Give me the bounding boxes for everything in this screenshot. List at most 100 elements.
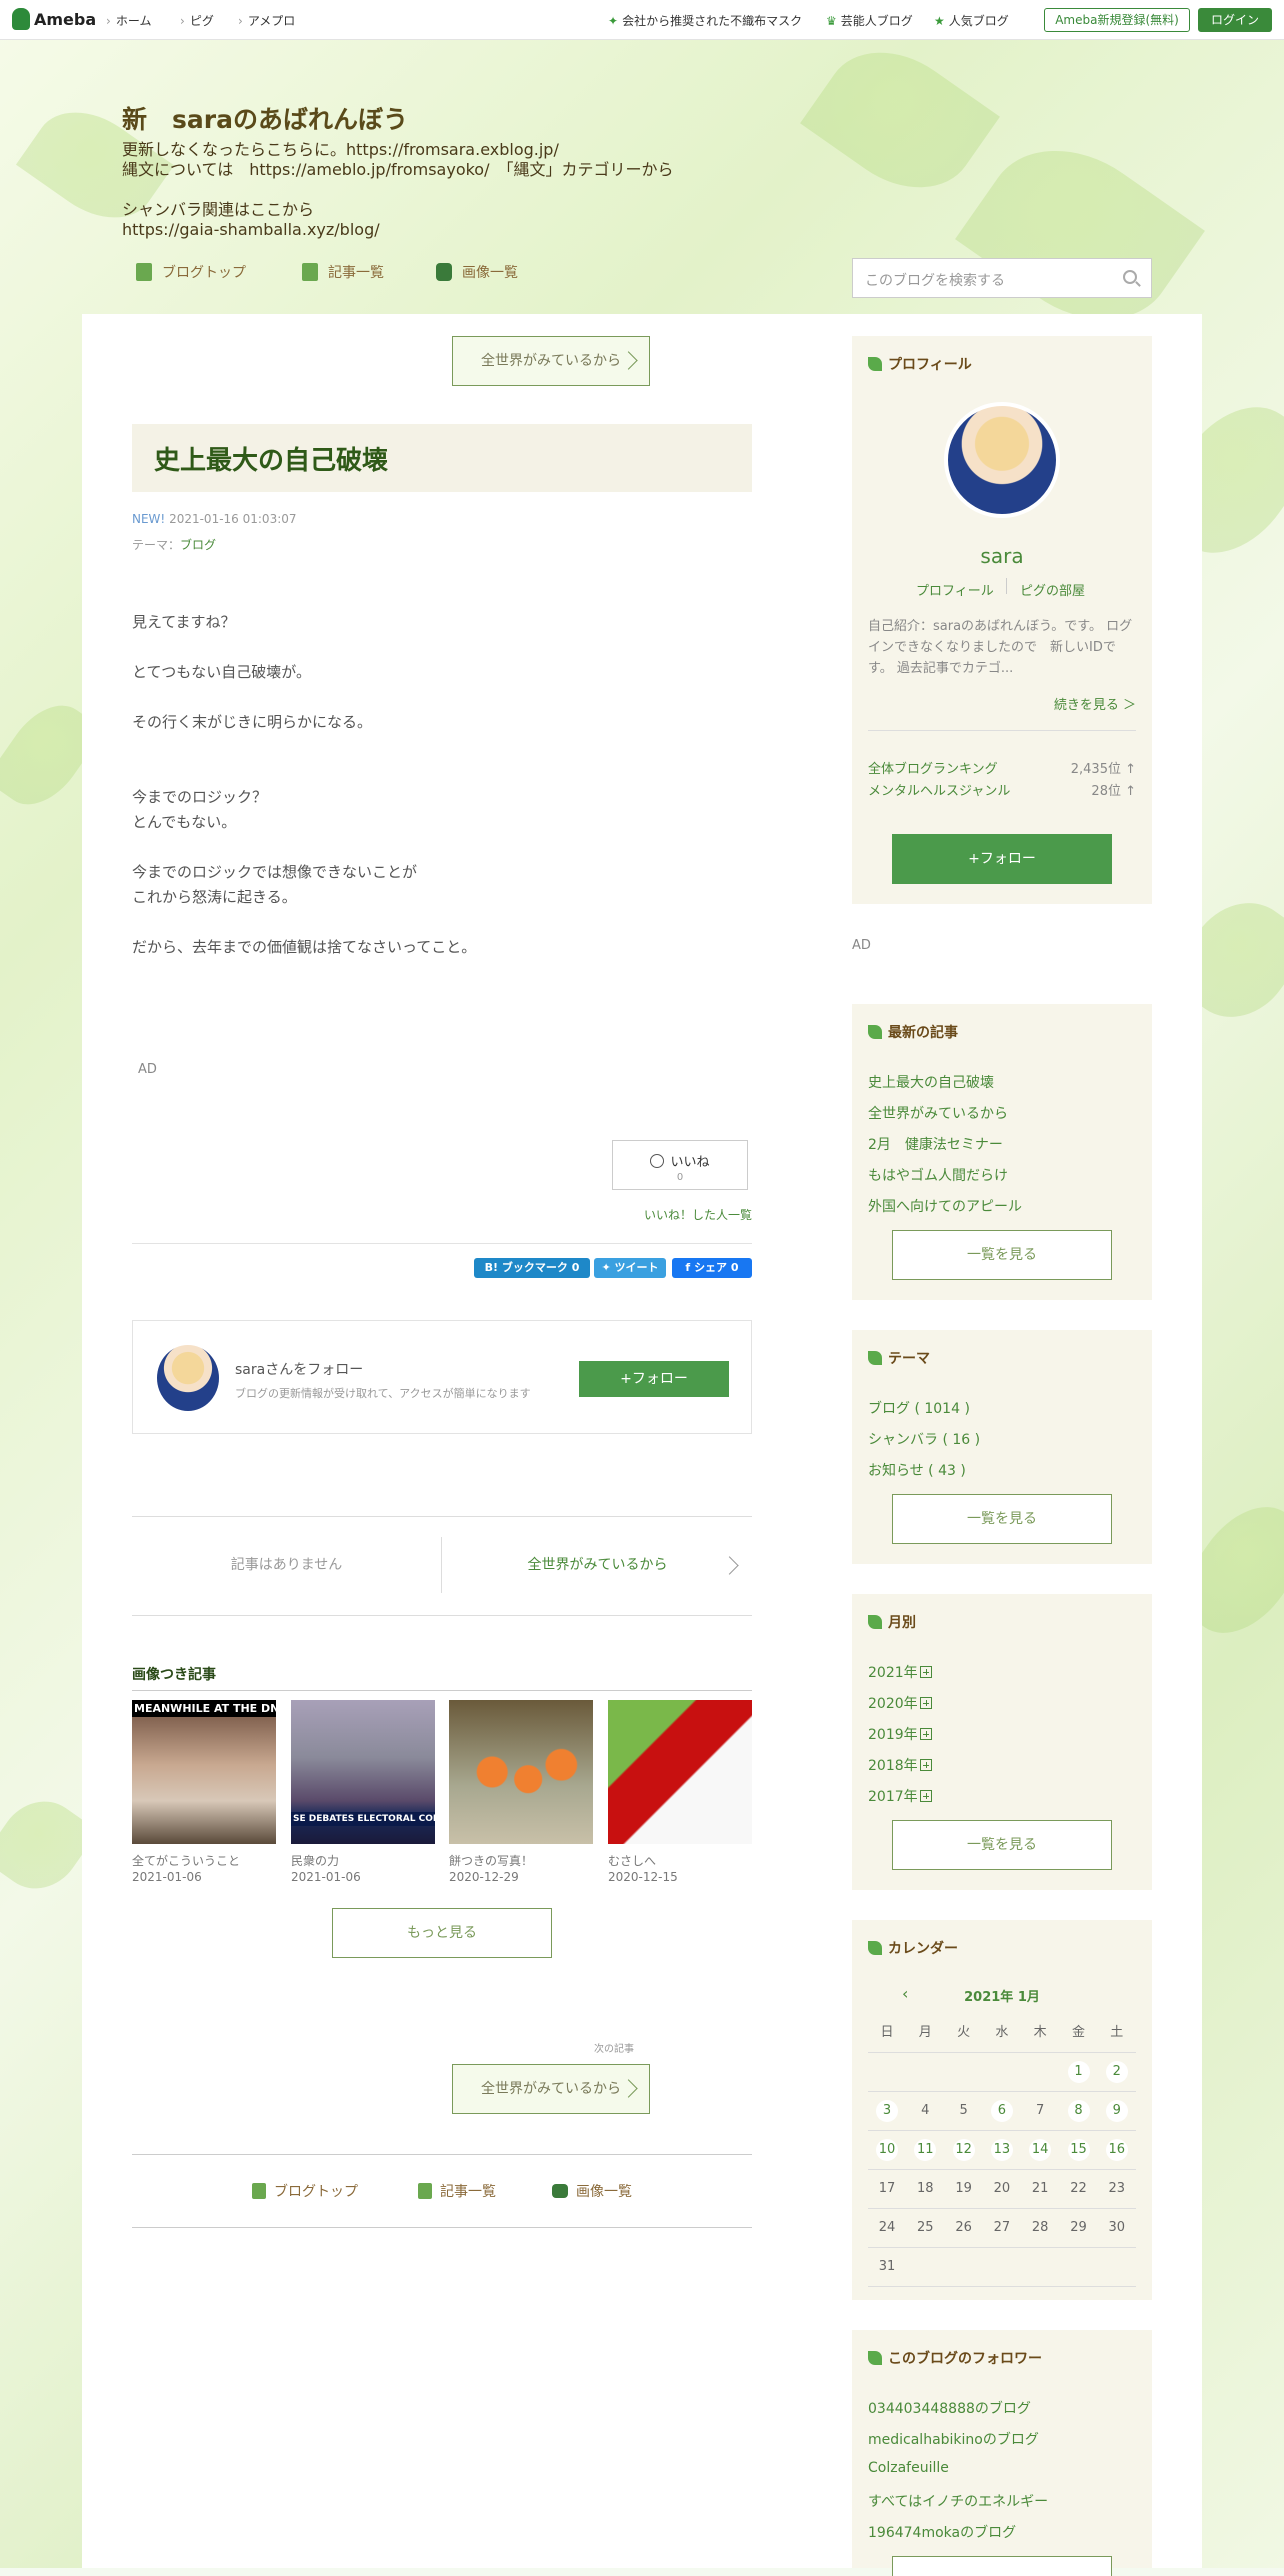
entry-pager: 記事はありません 全世界がみているから <box>132 1516 752 1616</box>
hatena-bookmark-button[interactable]: B! ブックマーク 0 <box>474 1258 590 1278</box>
blog-search-input[interactable]: このブログを検索する <box>852 258 1152 298</box>
profile-more-link[interactable]: 続きを見る ＞ <box>1054 694 1136 713</box>
follow-button[interactable]: +フォロー <box>579 1361 729 1397</box>
blog-title[interactable]: 新 saraのあばれんぼう <box>122 100 408 136</box>
month-link[interactable]: 2018年 <box>868 1755 932 1775</box>
image-post-thumb[interactable] <box>449 1700 593 1844</box>
pager-next-link[interactable]: 全世界がみているから <box>443 1537 752 1593</box>
profile-link[interactable]: プロフィール <box>916 580 994 599</box>
login-button[interactable]: ログイン <box>1198 8 1272 32</box>
calendar-week-row: 17 18 19 20 21 22 23 <box>868 2170 1136 2209</box>
month-link[interactable]: 2021年 <box>868 1662 932 1682</box>
calendar-day[interactable]: 8 <box>1060 2092 1098 2130</box>
recent-entry-link[interactable]: もはやゴム人間だらけ <box>868 1165 1008 1185</box>
calendar-day[interactable]: 11 <box>906 2131 944 2169</box>
author-avatar[interactable] <box>157 1345 219 1411</box>
ranking-genre-label[interactable]: メンタルヘルスジャンル <box>868 780 1010 799</box>
recent-entry-link[interactable]: 外国へ向けてのアピール <box>868 1196 1022 1216</box>
calendar-day[interactable]: 16 <box>1098 2131 1136 2169</box>
profile-avatar[interactable] <box>944 402 1060 518</box>
nav-pig[interactable]: › ピグ <box>180 12 214 29</box>
theme-link[interactable]: ブログ ( 1014 ) <box>868 1398 970 1418</box>
image-post-thumb[interactable] <box>608 1700 752 1844</box>
followers-see-all-button[interactable] <box>892 2556 1112 2576</box>
like-button[interactable]: いいね 0 <box>612 1140 748 1190</box>
themes-see-all-button[interactable]: 一覧を見る <box>892 1494 1112 1544</box>
sidebar-follow-button[interactable]: +フォロー <box>892 834 1112 884</box>
expand-icon[interactable] <box>919 1666 932 1678</box>
calendar-day <box>983 2248 1021 2286</box>
calendar-day: 7 <box>1036 2103 1045 2118</box>
image-post-title[interactable]: 民衆の力 <box>291 1852 339 1869</box>
image-post-thumb[interactable]: SE DEBATES ELECTORAL COLLEGE OB <box>291 1700 435 1844</box>
calendar-day[interactable]: 9 <box>1098 2092 1136 2130</box>
monthly-see-all-button[interactable]: 一覧を見る <box>892 1820 1112 1870</box>
month-link[interactable]: 2017年 <box>868 1786 932 1806</box>
calendar-day: 24 <box>878 2220 896 2235</box>
blog-header: 新 saraのあばれんぼう 更新しなくなったらこちらに。https://from… <box>0 40 1284 314</box>
search-icon[interactable] <box>1123 270 1137 284</box>
calendar-day[interactable]: 1 <box>1060 2053 1098 2091</box>
ameba-logo[interactable]: Ameba <box>12 8 96 30</box>
calendar-day[interactable]: 2 <box>1098 2053 1136 2091</box>
expand-icon[interactable] <box>919 1728 932 1740</box>
pig-room-link[interactable]: ピグの部屋 <box>1020 580 1085 599</box>
recent-entry-link[interactable]: 全世界がみているから <box>868 1103 1008 1123</box>
more-images-button[interactable]: もっと見る <box>332 1908 552 1958</box>
link-celebrity-blog[interactable]: ♛ 芸能人ブログ <box>826 12 913 29</box>
ameba-mascot-icon <box>12 8 30 30</box>
follower-link[interactable]: Colzafeuille <box>868 2460 949 2476</box>
month-link[interactable]: 2020年 <box>868 1693 932 1713</box>
image-post-title[interactable]: 餅つきの写真！ <box>449 1852 533 1869</box>
theme-link[interactable]: ブログ <box>180 538 216 552</box>
recent-see-all-button[interactable]: 一覧を見る <box>892 1230 1112 1280</box>
calendar-day <box>906 2248 944 2286</box>
calendar-day: 30 <box>1108 2220 1126 2235</box>
calendar-day[interactable]: 14 <box>1021 2131 1059 2169</box>
calendar-day[interactable]: 13 <box>983 2131 1021 2169</box>
calendar-day[interactable]: 10 <box>868 2131 906 2169</box>
month-link[interactable]: 2019年 <box>868 1724 932 1744</box>
prev-entry-button[interactable]: 全世界がみているから <box>452 336 650 386</box>
follower-link[interactable]: すべてはイノチのエネルギー <box>868 2491 1048 2511</box>
theme-link[interactable]: お知らせ ( 43 ) <box>868 1460 966 1480</box>
expand-icon[interactable] <box>919 1790 932 1802</box>
recent-entry-link[interactable]: 2月 健康法セミナー <box>868 1134 1003 1154</box>
link-popular-blog[interactable]: ★ 人気ブログ <box>934 12 1009 29</box>
footer-nav-blog-top[interactable]: ブログトップ <box>252 2181 358 2201</box>
calendar-day: 5 <box>959 2103 968 2118</box>
header-nav-blog-top[interactable]: ブログトップ <box>136 262 246 282</box>
nav-home[interactable]: › ホーム <box>106 12 151 29</box>
calendar-weekday: 木 <box>1033 2025 1047 2040</box>
facebook-share-button[interactable]: f シェア 0 <box>672 1258 752 1278</box>
recent-entry-link[interactable]: 史上最大の自己破壊 <box>868 1072 994 1092</box>
follower-link[interactable]: 034403448888のブログ <box>868 2398 1031 2418</box>
entry-title[interactable]: 史上最大の自己破壊 <box>132 424 752 492</box>
follower-link[interactable]: medicalhabikinoのブログ <box>868 2429 1039 2449</box>
header-nav-entry-list[interactable]: 記事一覧 <box>302 262 384 282</box>
calendar-day[interactable]: 6 <box>983 2092 1021 2130</box>
image-post-date: 2021-01-06 <box>291 1870 361 1884</box>
tweet-button[interactable]: ✦ ツイート <box>594 1258 666 1278</box>
expand-icon[interactable] <box>919 1759 932 1771</box>
header-nav-image-list[interactable]: 画像一覧 <box>436 262 518 282</box>
ranking-all-label[interactable]: 全体ブログランキング <box>868 758 998 777</box>
calendar-day[interactable]: 3 <box>868 2092 906 2130</box>
calendar-day <box>1021 2053 1059 2091</box>
image-post-thumb[interactable]: MEANWHILE AT THE DNC <box>132 1700 276 1844</box>
image-post-title[interactable]: むさしへ <box>608 1852 656 1869</box>
like-list-link[interactable]: いいね！した人一覧 <box>644 1206 752 1223</box>
next-entry-button[interactable]: 全世界がみているから <box>452 2064 650 2114</box>
footer-nav-entry-list[interactable]: 記事一覧 <box>418 2181 496 2201</box>
follower-link[interactable]: 196474mokaのブログ <box>868 2522 1016 2542</box>
link-mask[interactable]: ✦ 会社から推奨された不織布マスク <box>608 12 802 29</box>
image-post-title[interactable]: 全てがこういうこと <box>132 1852 240 1869</box>
profile-name[interactable]: sara <box>852 544 1152 568</box>
nav-amepro[interactable]: › アメプロ <box>238 12 295 29</box>
calendar-day[interactable]: 15 <box>1060 2131 1098 2169</box>
register-button[interactable]: Ameba新規登録(無料) <box>1044 8 1190 32</box>
calendar-day[interactable]: 12 <box>945 2131 983 2169</box>
theme-link[interactable]: シャンバラ ( 16 ) <box>868 1429 980 1449</box>
expand-icon[interactable] <box>919 1697 932 1709</box>
footer-nav-image-list[interactable]: 画像一覧 <box>552 2181 632 2201</box>
